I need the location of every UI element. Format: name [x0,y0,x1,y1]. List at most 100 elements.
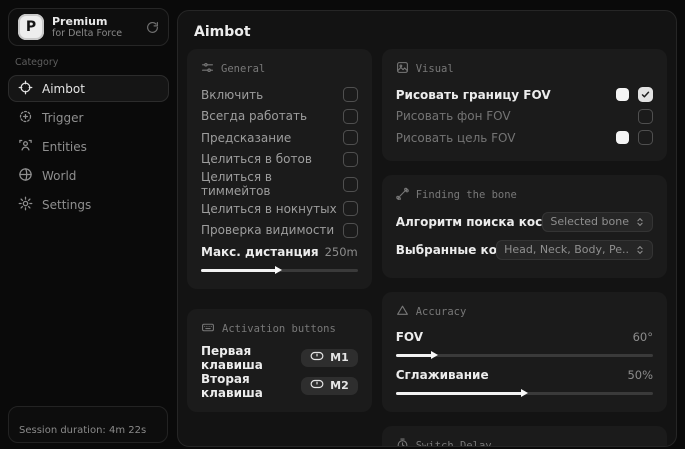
panel-title: Finding the bone [416,189,517,201]
brand-card: P Premium for Delta Force [8,8,169,46]
toggle-label: Целиться в нокнутых [201,202,337,216]
max-distance-slider[interactable] [201,266,358,275]
color-swatch[interactable] [616,131,629,144]
slider-row-header: FOV 60° [396,327,653,349]
sync-icon[interactable] [146,21,159,34]
activation-panel-header: Activation buttons [201,321,358,337]
bone-panel-header: Finding the bone [396,187,653,203]
left-column: General Включить Всегда работать Предска… [187,49,372,412]
session-duration-text: Session duration: 4m 22s [19,425,146,436]
toggle-label: Предсказание [201,131,291,145]
slider-value: 60° [633,330,653,344]
brand-subtitle: for Delta Force [52,28,122,39]
person-scan-icon [18,138,33,156]
switch-delay-panel-header: Switch Delay [396,438,653,448]
smoothing-slider[interactable] [396,389,653,398]
right-column: Visual Рисовать границу FOV Рисовать фон… [382,49,667,447]
checkbox-target-teammates[interactable] [343,177,358,192]
visual-row: Рисовать цель FOV [396,127,653,149]
sidebar-item-label: Entities [42,140,87,154]
slider-thumb[interactable] [521,389,528,397]
visual-row: Рисовать фон FOV [396,106,653,128]
sidebar-nav: Aimbot Trigger Entities [0,75,177,218]
visual-panel-header: Visual [396,61,653,77]
keybind-row: Первая клавиша M1 [201,344,358,372]
slider-label: Сглаживание [396,368,489,382]
brand-text: Premium for Delta Force [52,15,122,40]
toggle-row: Проверка видимости [201,220,358,242]
sidebar-item-entities[interactable]: Entities [8,133,169,160]
sidebar-item-settings[interactable]: Settings [8,191,169,218]
checkbox-prediction[interactable] [343,130,358,145]
switch-delay-panel: Switch Delay Задержка переключения Задер… [382,426,667,448]
select-row: Алгоритм поиска кост Selected bone [396,210,653,234]
keybind-label: Первая клавиша [201,344,301,372]
accuracy-panel-header: Accuracy [396,304,653,320]
checkbox-enable[interactable] [343,87,358,102]
color-swatch[interactable] [616,88,629,101]
sidebar-item-label: Settings [42,198,91,212]
slider-value: 50% [627,368,653,382]
select-value: Head, Neck, Body, Pe.. [504,243,629,256]
sidebar-item-world[interactable]: World [8,162,169,189]
checkbox-always-work[interactable] [343,109,358,124]
slider-row-header: Сглаживание 50% [396,364,653,386]
checkbox-target-bots[interactable] [343,152,358,167]
panel-title: Visual [416,63,454,75]
checkbox-visibility-check[interactable] [343,223,358,238]
checkbox-draw-fov-background[interactable] [638,109,653,124]
toggle-label: Проверка видимости [201,223,334,237]
sidebar: P Premium for Delta Force Category Aimbo… [0,0,177,449]
general-panel: General Включить Всегда работать Предска… [187,49,372,289]
slider-label: Макс. дистанция [201,245,319,259]
unfold-icon [635,217,645,227]
toggle-label: Целиться в тиммейтов [201,170,343,198]
bone-icon [396,187,409,203]
sidebar-item-trigger[interactable]: Trigger [8,104,169,131]
slider-value: 250m [325,245,358,259]
slider-label: FOV [396,330,423,344]
sidebar-item-label: Trigger [42,111,83,125]
toggle-label: Целиться в ботов [201,152,312,166]
checkbox-target-knocked[interactable] [343,201,358,216]
content-grid: General Включить Всегда работать Предска… [178,49,676,447]
panel-title: Activation buttons [222,323,336,335]
globe-icon [18,167,33,185]
sidebar-item-label: Aimbot [42,82,85,96]
checkbox-draw-fov-target[interactable] [638,130,653,145]
accuracy-panel: Accuracy FOV 60° Сглаживание 50% [382,292,667,412]
panel-title: General [221,63,265,75]
triangle-icon [396,304,409,320]
keybind-button-first[interactable]: M1 [301,349,358,367]
toggle-row: Всегда работать [201,106,358,128]
gear-icon [18,196,33,214]
unfold-icon [635,245,645,255]
selected-bones-select[interactable]: Head, Neck, Body, Pe.. [496,240,653,260]
finding-bone-panel: Finding the bone Алгоритм поиска кост Se… [382,175,667,278]
keybind-button-second[interactable]: M2 [301,377,358,395]
slider-thumb[interactable] [431,351,438,359]
select-label: Алгоритм поиска кост [396,215,551,229]
mouse-icon [310,351,324,364]
slider-thumb[interactable] [275,266,282,274]
toggle-label: Всегда работать [201,109,307,123]
select-value: Selected bone [550,215,629,228]
panel-title: Accuracy [416,306,467,318]
category-label: Category [15,57,177,68]
activation-buttons-panel: Activation buttons Первая клавиша M1 [187,309,372,412]
keybind-label: Вторая клавиша [201,372,301,400]
keybind-value: M1 [330,351,349,364]
bone-algorithm-select[interactable]: Selected bone [542,212,653,232]
mouse-icon [310,379,324,392]
fov-slider[interactable] [396,351,653,360]
visual-label: Рисовать границу FOV [396,88,551,102]
toggle-row: Целиться в ботов [201,149,358,171]
app-window: P Premium for Delta Force Category Aimbo… [0,0,685,449]
sidebar-item-aimbot[interactable]: Aimbot [8,75,169,102]
sliders-icon [201,61,214,77]
checkbox-draw-fov-border[interactable] [638,87,653,102]
check-icon [641,90,650,99]
slider-row-header: Макс. дистанция 250m [201,241,358,263]
toggle-row: Включить [201,84,358,106]
trigger-icon [18,109,33,127]
